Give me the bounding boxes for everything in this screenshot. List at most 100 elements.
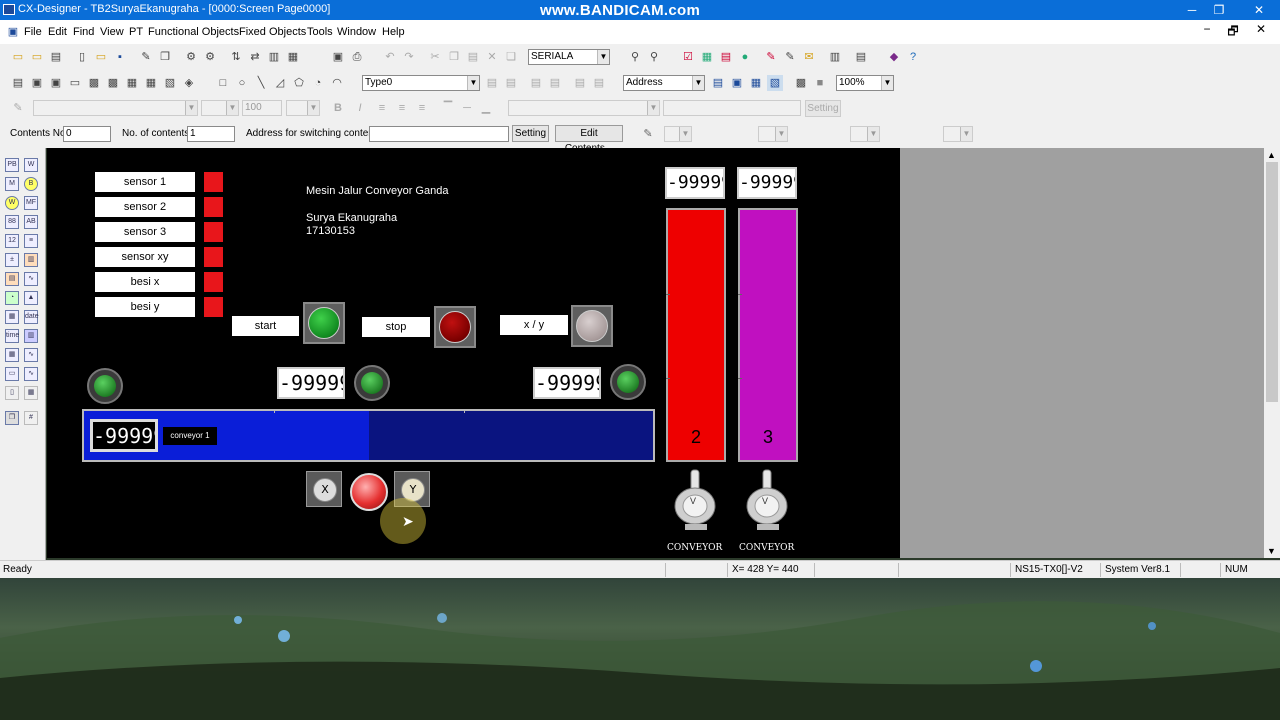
book-icon[interactable]: ◆ — [886, 49, 902, 65]
label-reset-icon[interactable]: ▤ — [591, 75, 607, 91]
waveform-icon[interactable]: ∿ — [24, 348, 38, 362]
error-list-icon[interactable]: ▤ — [718, 49, 734, 65]
sector-icon[interactable]: ◔ — [310, 75, 326, 91]
data-check-icon[interactable]: ▦ — [699, 49, 715, 65]
color-select-2[interactable]: ▼ — [758, 126, 788, 142]
print-preview-icon[interactable]: ▣ — [330, 49, 346, 65]
mdi-restore-button[interactable]: 🗗 — [1222, 22, 1244, 38]
sensor-2-lamp[interactable] — [204, 197, 223, 217]
signal-icon[interactable]: ∿ — [24, 367, 38, 381]
new-project-icon[interactable]: ▭ — [10, 49, 26, 65]
properties-icon[interactable]: ✎ — [138, 49, 154, 65]
list-selection-icon[interactable]: ≡ — [24, 234, 38, 248]
scroll-down-icon[interactable]: ▼ — [1267, 546, 1276, 556]
simulation-icon[interactable]: ⚙ — [183, 49, 199, 65]
alarm-icon[interactable]: ▲ — [24, 291, 38, 305]
save-icon[interactable]: ▪ — [112, 49, 128, 65]
replace-icon[interactable]: ⚲ — [646, 49, 662, 65]
fill-mode-icon[interactable]: ■ — [812, 75, 828, 91]
comment-icon[interactable]: ✎ — [782, 49, 798, 65]
time-icon[interactable]: time — [5, 329, 19, 343]
print-icon[interactable]: ⎙ — [349, 49, 365, 65]
text-select[interactable]: ▼ — [508, 100, 660, 116]
label-paste-icon[interactable]: ▤ — [547, 75, 563, 91]
vertical-scrollbar[interactable]: ▲ ▼ — [1264, 148, 1280, 558]
calendar-icon[interactable]: ▦ — [5, 310, 19, 324]
tank-2-counter[interactable]: -99999 — [665, 167, 725, 199]
grid-icon[interactable]: ▦ — [143, 75, 159, 91]
table-object-icon[interactable]: ▦ — [5, 348, 19, 362]
menu-pt[interactable]: PT — [129, 26, 143, 38]
no-of-contents-input[interactable]: 1 — [187, 126, 235, 142]
grid-object-icon[interactable]: ▦ — [24, 386, 38, 400]
emergency-button[interactable] — [350, 473, 388, 511]
polyline-icon[interactable]: ◿ — [272, 75, 288, 91]
counter-display-2[interactable]: -99999 — [533, 367, 601, 399]
frame-mode-icon[interactable]: ▩ — [793, 75, 809, 91]
date-icon[interactable]: date — [24, 310, 39, 324]
valign-top-icon[interactable]: ▔ — [440, 100, 456, 116]
find-icon[interactable]: ⚲ — [627, 49, 643, 65]
pushbutton-icon[interactable]: PB — [5, 158, 19, 172]
thumbwheel-icon[interactable]: ± — [5, 253, 19, 267]
data-log-icon[interactable]: ▥ — [24, 329, 38, 343]
label-icon[interactable]: ▤ — [484, 75, 500, 91]
x-button[interactable]: X — [306, 471, 342, 507]
string-display-icon[interactable]: AB — [24, 215, 38, 229]
conveyor-start-lamp-frame[interactable] — [87, 368, 123, 404]
font-scale-select[interactable]: ▼ — [286, 100, 320, 116]
document-icon[interactable]: ▣ — [5, 24, 21, 40]
middle-lamp-frame[interactable] — [354, 365, 390, 401]
display-view-icon[interactable]: ▧ — [767, 75, 783, 91]
back-icon[interactable]: ▩ — [105, 75, 121, 91]
menu-help[interactable]: Help — [382, 26, 405, 38]
stop-button[interactable] — [434, 306, 476, 348]
symbol-table-icon[interactable]: ✉ — [801, 49, 817, 65]
line-icon[interactable]: ╲ — [253, 75, 269, 91]
close-button[interactable]: ✕ — [1243, 0, 1275, 20]
save-all-icon[interactable]: ▤ — [48, 49, 64, 65]
hash-icon[interactable]: # — [24, 411, 38, 425]
delete-icon[interactable]: ✕ — [484, 49, 500, 65]
color-select-3[interactable]: ▼ — [850, 126, 880, 142]
font-size-field[interactable]: 100 — [242, 100, 282, 116]
besi-y-lamp[interactable] — [204, 297, 223, 317]
snap-icon[interactable]: ▧ — [162, 75, 178, 91]
word-lamp-icon[interactable]: W — [5, 196, 19, 210]
document-object-icon[interactable]: ▯ — [5, 386, 19, 400]
check-icon[interactable]: ☑ — [680, 49, 696, 65]
conveyor-counter[interactable]: -99999 — [90, 419, 158, 452]
status-icon[interactable]: ● — [737, 49, 753, 65]
polygon-icon[interactable]: ⬠ — [291, 75, 307, 91]
port-select[interactable]: SERIALA ▼ — [528, 49, 610, 65]
broken-line-graph-icon[interactable]: ∿ — [24, 272, 38, 286]
sensor-1-lamp[interactable] — [204, 172, 223, 192]
numeral-display-icon[interactable]: 88 — [5, 215, 19, 229]
align-right-icon[interactable]: ≡ — [414, 100, 430, 116]
align-center-icon[interactable]: ≡ — [394, 100, 410, 116]
conveyor-switch-right[interactable]: V — [743, 466, 793, 536]
italic-icon[interactable]: I — [352, 100, 368, 116]
font-style-select[interactable]: ▼ — [201, 100, 239, 116]
menu-functional-objects[interactable]: Functional Objects — [148, 26, 239, 38]
scroll-thumb[interactable] — [1266, 162, 1278, 402]
contents-setting-button[interactable]: Setting — [512, 125, 549, 142]
scroll-up-icon[interactable]: ▲ — [1267, 150, 1276, 160]
group-icon[interactable]: ▣ — [29, 75, 45, 91]
conveyor-switch-left[interactable]: V — [671, 466, 721, 536]
frame-icon[interactable]: ▭ — [67, 75, 83, 91]
copy-page-icon[interactable]: ❐ — [157, 49, 173, 65]
label-copy-icon[interactable]: ▤ — [528, 75, 544, 91]
menu-edit[interactable]: Edit — [48, 26, 67, 38]
circle-icon[interactable]: ○ — [234, 75, 250, 91]
level-meter-icon[interactable]: ▤ — [5, 272, 19, 286]
bar-graph-icon[interactable]: ▥ — [24, 253, 38, 267]
edit-contents-button[interactable]: Edit Contents... — [555, 125, 623, 154]
color-select-1[interactable]: ▼ — [664, 126, 692, 142]
table-icon[interactable]: ▦ — [124, 75, 140, 91]
valign-middle-icon[interactable]: ─ — [459, 100, 475, 116]
image-icon[interactable]: ▦ — [285, 49, 301, 65]
word-button-icon[interactable]: W — [24, 158, 38, 172]
label-list-icon[interactable]: ▤ — [503, 75, 519, 91]
mdi-close-button[interactable]: ✕ — [1250, 22, 1272, 38]
